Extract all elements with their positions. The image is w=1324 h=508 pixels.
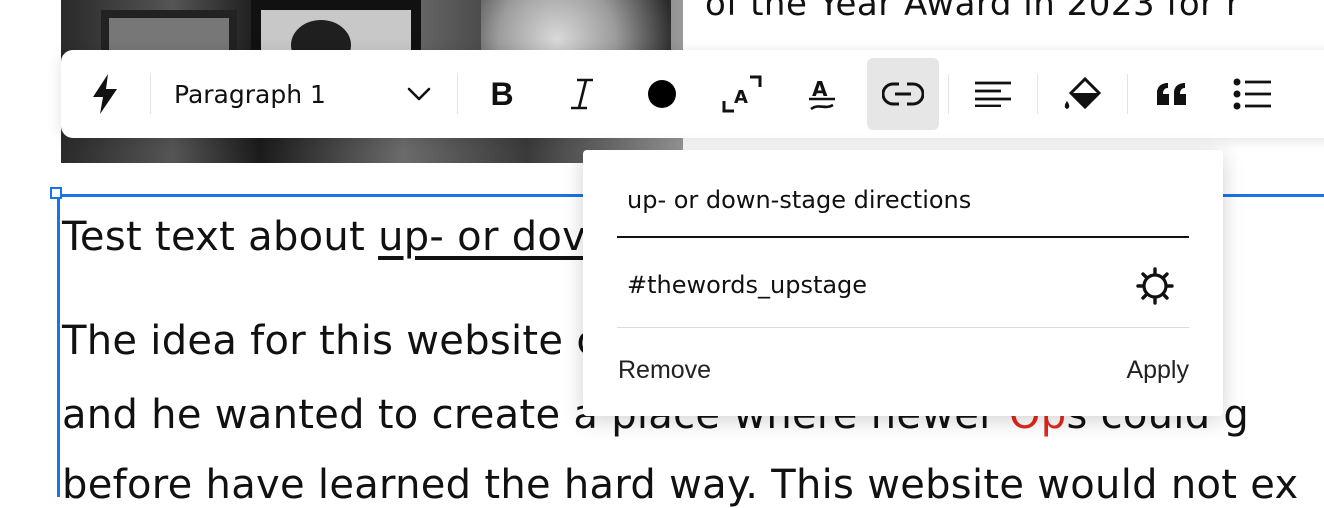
quote-button[interactable] [1136,58,1208,130]
link-settings-button[interactable] [1135,266,1175,306]
body-line-1[interactable]: Test text about up- or dov [62,214,586,260]
text-resize-icon: A [722,75,762,113]
popover-divider [617,327,1189,328]
body-line-1-text: Test text about [62,214,379,260]
strikethrough-button[interactable]: A [786,58,858,130]
bullet-list-icon [1233,78,1271,110]
text-color-button[interactable] [626,58,698,130]
bold-icon: B [490,75,514,112]
italic-icon [571,78,593,110]
hero-caption: of the Year Award in 2023 for r [705,0,1241,24]
link-button[interactable] [867,58,939,130]
body-line-4[interactable]: before have learned the hard way. This w… [62,462,1298,508]
paragraph-style-label: Paragraph 1 [174,79,326,109]
linked-text[interactable]: up- or dov [378,214,586,260]
remove-link-button[interactable]: Remove [618,356,711,385]
quote-icon [1157,83,1186,105]
resize-handle[interactable] [50,187,62,199]
color-dot-icon [648,80,676,108]
paint-bucket-icon [1064,77,1101,110]
apply-link-button[interactable]: Apply [1126,356,1189,385]
italic-button[interactable] [546,58,618,130]
text-format-toolbar: Paragraph 1 B A A [61,50,1324,138]
text-size-button[interactable]: A [706,58,778,130]
bullet-list-button[interactable] [1216,58,1288,130]
numbered-list-icon: 1 2 3 [1312,76,1324,112]
link-popover: Remove Apply [583,150,1223,416]
link-icon [882,82,924,106]
lightning-icon [93,74,117,114]
svg-text:A: A [734,87,748,108]
align-button[interactable] [957,58,1029,130]
strikethrough-icon: A [809,77,835,111]
link-text-input[interactable] [617,164,1189,238]
paragraph-style-dropdown[interactable]: Paragraph 1 [161,58,447,130]
quick-actions-button[interactable] [69,58,141,130]
chevron-down-icon [407,87,431,101]
gear-icon [1136,267,1174,305]
bold-button[interactable]: B [466,58,538,130]
highlight-button[interactable] [1046,58,1118,130]
svg-text:A: A [812,77,828,101]
link-url-input[interactable] [617,254,1137,316]
numbered-list-button[interactable]: 1 2 3 [1296,58,1324,130]
align-left-icon [975,81,1011,107]
